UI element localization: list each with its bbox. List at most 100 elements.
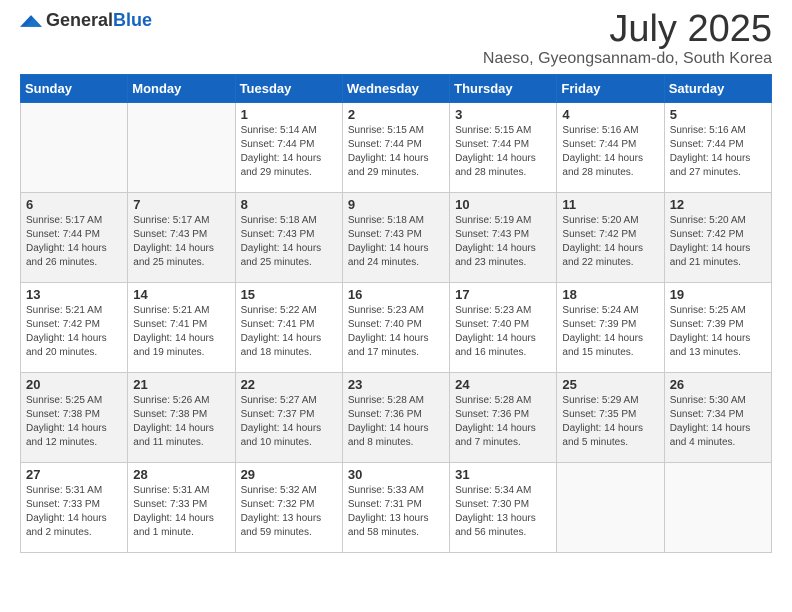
day-number: 23 [348,377,444,392]
location-title: Naeso, Gyeongsannam-do, South Korea [483,50,772,68]
day-number: 14 [133,287,229,302]
calendar-day-cell: 31 Sunrise: 5:34 AMSunset: 7:30 PMDayligh… [450,463,557,553]
day-info: Sunrise: 5:21 AMSunset: 7:41 PMDaylight:… [133,304,229,360]
calendar-day-cell: 24Sunrise: 5:28 AMSunset: 7:36 PMDayligh… [450,373,557,463]
day-info: Sunrise: 5:25 AMSunset: 7:39 PMDaylight:… [670,304,766,360]
day-info: Sunrise: 5:17 AMSunset: 7:43 PMDaylight:… [133,214,229,270]
day-info: Sunrise: 5:14 AMSunset: 7:44 PMDaylight:… [241,124,337,180]
day-info: Sunrise: 5:20 AMSunset: 7:42 PMDaylight:… [670,214,766,270]
day-number: 31 [455,467,551,482]
calendar-day-cell: 4 Sunrise: 5:16 AMSunset: 7:44 PMDaylight… [557,103,664,193]
day-number: 30 [348,467,444,482]
calendar-day-cell: 28 Sunrise: 5:31 AMSunset: 7:33 PMDayligh… [128,463,235,553]
day-info: Sunrise: 5:22 AMSunset: 7:41 PMDaylight:… [241,304,337,360]
day-number: 5 [670,107,766,122]
day-info: Sunrise: 5:25 AMSunset: 7:38 PMDaylight:… [26,394,122,450]
calendar-header-row: SundayMondayTuesdayWednesdayThursdayFrid… [21,75,772,103]
calendar-day-cell: 7 Sunrise: 5:17 AMSunset: 7:43 PMDaylight… [128,193,235,283]
day-info: Sunrise: 5:20 AMSunset: 7:42 PMDaylight:… [562,214,658,270]
calendar-day-cell: 9 Sunrise: 5:18 AMSunset: 7:43 PMDaylight… [342,193,449,283]
calendar-day-cell: 16Sunrise: 5:23 AMSunset: 7:40 PMDayligh… [342,283,449,373]
day-number: 22 [241,377,337,392]
day-info: Sunrise: 5:29 AMSunset: 7:35 PMDaylight:… [562,394,658,450]
calendar-week-row: 13 Sunrise: 5:21 AMSunset: 7:42 PMDayligh… [21,283,772,373]
day-number: 25 [562,377,658,392]
day-number: 9 [348,197,444,212]
weekday-header-thursday: Thursday [450,75,557,103]
day-number: 11 [562,197,658,212]
day-info: Sunrise: 5:15 AMSunset: 7:44 PMDaylight:… [455,124,551,180]
calendar-day-cell: 17 Sunrise: 5:23 AMSunset: 7:40 PMDayligh… [450,283,557,373]
day-info: Sunrise: 5:23 AMSunset: 7:40 PMDaylight:… [455,304,551,360]
calendar-day-cell: 2 Sunrise: 5:15 AMSunset: 7:44 PMDaylight… [342,103,449,193]
day-number: 3 [455,107,551,122]
day-number: 18 [562,287,658,302]
calendar-day-cell: 27 Sunrise: 5:31 AMSunset: 7:33 PMDayligh… [21,463,128,553]
calendar-day-cell: 20 Sunrise: 5:25 AMSunset: 7:38 PMDayligh… [21,373,128,463]
day-number: 7 [133,197,229,212]
logo-general: General [46,10,113,30]
month-title: July 2025 [483,10,772,48]
day-number: 8 [241,197,337,212]
calendar-day-cell: 30 Sunrise: 5:33 AMSunset: 7:31 PMDayligh… [342,463,449,553]
calendar-week-row: 1 Sunrise: 5:14 AMSunset: 7:44 PMDaylight… [21,103,772,193]
page-header: GeneralBlue July 2025 Naeso, Gyeongsanna… [20,10,772,68]
day-number: 12 [670,197,766,212]
day-number: 26 [670,377,766,392]
calendar-day-cell: 18 Sunrise: 5:24 AMSunset: 7:39 PMDayligh… [557,283,664,373]
calendar-day-cell: 5 Sunrise: 5:16 AMSunset: 7:44 PMDaylight… [664,103,771,193]
day-number: 1 [241,107,337,122]
calendar-week-row: 20 Sunrise: 5:25 AMSunset: 7:38 PMDayligh… [21,373,772,463]
day-info: Sunrise: 5:18 AMSunset: 7:43 PMDaylight:… [241,214,337,270]
calendar-day-cell: 6Sunrise: 5:17 AMSunset: 7:44 PMDaylight… [21,193,128,283]
day-info: Sunrise: 5:31 AMSunset: 7:33 PMDaylight:… [26,484,122,540]
calendar-day-cell: 10Sunrise: 5:19 AMSunset: 7:43 PMDayligh… [450,193,557,283]
calendar-day-cell: 11 Sunrise: 5:20 AMSunset: 7:42 PMDayligh… [557,193,664,283]
calendar-day-cell: 23 Sunrise: 5:28 AMSunset: 7:36 PMDayligh… [342,373,449,463]
calendar-day-cell: 8 Sunrise: 5:18 AMSunset: 7:43 PMDaylight… [235,193,342,283]
calendar-day-cell [21,103,128,193]
day-info: Sunrise: 5:19 AMSunset: 7:43 PMDaylight:… [455,214,551,270]
day-info: Sunrise: 5:16 AMSunset: 7:44 PMDaylight:… [670,124,766,180]
calendar-day-cell [557,463,664,553]
day-info: Sunrise: 5:24 AMSunset: 7:39 PMDaylight:… [562,304,658,360]
calendar-day-cell: 22Sunrise: 5:27 AMSunset: 7:37 PMDayligh… [235,373,342,463]
day-info: Sunrise: 5:16 AMSunset: 7:44 PMDaylight:… [562,124,658,180]
weekday-header-wednesday: Wednesday [342,75,449,103]
weekday-header-sunday: Sunday [21,75,128,103]
title-block: July 2025 Naeso, Gyeongsannam-do, South … [483,10,772,68]
weekday-header-monday: Monday [128,75,235,103]
calendar-day-cell: 1 Sunrise: 5:14 AMSunset: 7:44 PMDaylight… [235,103,342,193]
day-info: Sunrise: 5:17 AMSunset: 7:44 PMDaylight:… [26,214,122,270]
calendar-day-cell: 19 Sunrise: 5:25 AMSunset: 7:39 PMDayligh… [664,283,771,373]
calendar-day-cell: 21Sunrise: 5:26 AMSunset: 7:38 PMDayligh… [128,373,235,463]
day-info: Sunrise: 5:32 AMSunset: 7:32 PMDaylight:… [241,484,337,540]
day-info: Sunrise: 5:31 AMSunset: 7:33 PMDaylight:… [133,484,229,540]
day-number: 28 [133,467,229,482]
day-number: 17 [455,287,551,302]
day-number: 20 [26,377,122,392]
day-number: 4 [562,107,658,122]
day-info: Sunrise: 5:18 AMSunset: 7:43 PMDaylight:… [348,214,444,270]
weekday-header-saturday: Saturday [664,75,771,103]
calendar-week-row: 27 Sunrise: 5:31 AMSunset: 7:33 PMDayligh… [21,463,772,553]
day-number: 27 [26,467,122,482]
day-info: Sunrise: 5:33 AMSunset: 7:31 PMDaylight:… [348,484,444,540]
day-number: 21 [133,377,229,392]
day-number: 13 [26,287,122,302]
day-number: 15 [241,287,337,302]
day-info: Sunrise: 5:21 AMSunset: 7:42 PMDaylight:… [26,304,122,360]
day-info: Sunrise: 5:34 AMSunset: 7:30 PMDaylight:… [455,484,551,540]
calendar-day-cell: 26Sunrise: 5:30 AMSunset: 7:34 PMDayligh… [664,373,771,463]
calendar-day-cell: 12 Sunrise: 5:20 AMSunset: 7:42 PMDayligh… [664,193,771,283]
day-info: Sunrise: 5:15 AMSunset: 7:44 PMDaylight:… [348,124,444,180]
day-number: 2 [348,107,444,122]
day-number: 29 [241,467,337,482]
calendar-day-cell: 14 Sunrise: 5:21 AMSunset: 7:41 PMDayligh… [128,283,235,373]
calendar-day-cell: 3 Sunrise: 5:15 AMSunset: 7:44 PMDaylight… [450,103,557,193]
day-info: Sunrise: 5:28 AMSunset: 7:36 PMDaylight:… [348,394,444,450]
day-info: Sunrise: 5:23 AMSunset: 7:40 PMDaylight:… [348,304,444,360]
day-number: 19 [670,287,766,302]
calendar-day-cell: 13 Sunrise: 5:21 AMSunset: 7:42 PMDayligh… [21,283,128,373]
logo-icon [20,12,42,30]
